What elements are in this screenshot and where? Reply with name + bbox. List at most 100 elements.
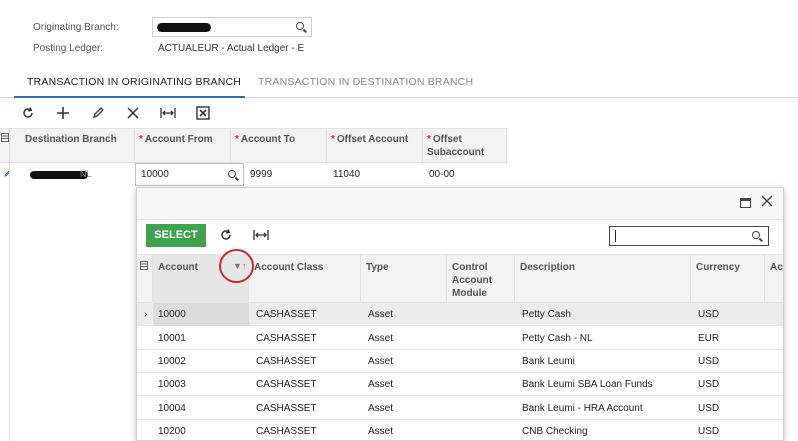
cell-offset-account[interactable]: 11040 <box>327 163 423 186</box>
export-excel-icon[interactable] <box>192 103 214 123</box>
col-account-to-label: Account To <box>240 134 296 145</box>
cell-description[interactable]: CNB Checking <box>517 420 691 441</box>
grid-header: Destination Branch * Account From * Accoun… <box>0 128 507 164</box>
cell-control-account-module[interactable] <box>447 350 515 373</box>
cell-currency[interactable]: USD <box>693 397 765 420</box>
table-row[interactable]: 10200 CASHASSET Asset CNB Checking USD <box>137 420 783 441</box>
table-row[interactable]: 10004 CASHASSET Asset Bank Leumi - HRA A… <box>137 397 783 420</box>
grid-toolbar <box>0 99 798 127</box>
row-selector-icon: › <box>144 309 148 320</box>
cell-currency[interactable]: EUR <box>693 327 765 350</box>
cell-currency[interactable]: USD <box>693 373 765 396</box>
table-row[interactable]: 10003 CASHASSET Asset Bank Leumi SBA Loa… <box>137 373 783 396</box>
select-button[interactable]: SELECT <box>146 224 206 247</box>
cell-account[interactable]: 10200 <box>153 420 249 441</box>
tab-bar: TRANSACTION IN ORIGINATING BRANCH TRANSA… <box>0 64 798 98</box>
fit-columns-icon[interactable] <box>157 103 179 123</box>
cell-account-to[interactable]: 9999 <box>244 163 324 186</box>
cell-type[interactable]: Asset <box>363 373 447 396</box>
posting-ledger-field[interactable]: ACTUALEUR - Actual Ledger - E <box>152 39 312 59</box>
cell-description[interactable]: Petty Cash <box>517 303 691 326</box>
column-chooser-icon[interactable] <box>0 129 10 164</box>
refresh-icon[interactable] <box>17 103 39 123</box>
table-row[interactable]: 10001 CASHASSET Asset Petty Cash - NL EU… <box>137 327 783 350</box>
col-offset-subaccount-label: Offset Subaccount <box>427 134 485 158</box>
account-lookup-panel: SELECT Account ▼↑ Account Class Type Con… <box>136 187 784 441</box>
required-marker: * <box>139 134 143 145</box>
cell-account-class[interactable]: CASHASSET <box>251 373 361 396</box>
maximize-icon[interactable] <box>740 198 751 208</box>
col-currency[interactable]: Currency <box>691 255 765 304</box>
cell-control-account-module[interactable] <box>447 327 515 350</box>
table-row[interactable]: 10002 CASHASSET Asset Bank Leumi USD <box>137 350 783 373</box>
cell-account-class[interactable]: CASHASSET <box>251 327 361 350</box>
cell-offset-subaccount[interactable]: 00-00 <box>423 163 507 186</box>
col-account-from[interactable]: * Account From <box>135 129 231 164</box>
add-icon[interactable] <box>52 103 74 123</box>
col-account-from-label: Account From <box>144 134 213 145</box>
delete-icon[interactable] <box>122 103 144 123</box>
cell-currency[interactable]: USD <box>693 350 765 373</box>
destination-branch-tail: NL <box>80 169 92 179</box>
search-icon[interactable] <box>752 231 760 239</box>
required-marker: * <box>331 134 335 145</box>
cell-description[interactable]: Bank Leumi - HRA Account <box>517 397 691 420</box>
cell-description[interactable]: Petty Cash - NL <box>517 327 691 350</box>
redacted-value <box>157 23 211 32</box>
originating-branch-label: Originating Branch: <box>33 22 119 33</box>
col-type[interactable]: Type <box>361 255 447 304</box>
cell-control-account-module[interactable] <box>447 420 515 441</box>
table-row[interactable]: › 10000 CASHASSET Asset Petty Cash USD <box>137 303 783 326</box>
cell-account-class[interactable]: CASHASSET <box>251 397 361 420</box>
grid-row-indicator-column <box>0 163 10 441</box>
col-offset-account[interactable]: * Offset Account <box>327 129 423 164</box>
required-marker: * <box>235 134 239 145</box>
cell-description[interactable]: Bank Leumi SBA Loan Funds <box>517 373 691 396</box>
cell-account[interactable]: 10004 <box>153 397 249 420</box>
cell-type[interactable]: Asset <box>363 397 447 420</box>
posting-ledger-label: Posting Ledger: <box>33 43 104 54</box>
col-destination-branch[interactable]: Destination Branch <box>10 129 135 164</box>
col-account-class[interactable]: Account Class <box>249 255 361 304</box>
lookup-search-input[interactable] <box>609 226 769 246</box>
cell-account[interactable]: 10001 <box>153 327 249 350</box>
cell-account-class[interactable]: CASHASSET <box>251 303 361 326</box>
col-offset-subaccount[interactable]: * Offset Subaccount <box>423 129 507 164</box>
close-icon[interactable] <box>761 195 773 210</box>
cell-control-account-module[interactable] <box>447 397 515 420</box>
cell-control-account-module[interactable] <box>447 373 515 396</box>
panel-title-bar <box>137 188 783 220</box>
cell-type[interactable]: Asset <box>363 420 447 441</box>
col-control-account-module[interactable]: Control Account Module <box>447 255 515 304</box>
cell-account-class[interactable]: CASHASSET <box>251 420 361 441</box>
cell-type[interactable]: Asset <box>363 303 447 326</box>
cell-description[interactable]: Bank Leumi <box>517 350 691 373</box>
account-from-value: 10000 <box>141 169 169 180</box>
col-ac[interactable]: Ac <box>765 255 783 304</box>
col-description[interactable]: Description <box>515 255 691 304</box>
search-icon[interactable] <box>228 170 236 178</box>
fit-columns-icon[interactable] <box>253 228 269 245</box>
edit-icon[interactable] <box>87 103 109 123</box>
cell-account[interactable]: 10000 <box>153 303 249 326</box>
active-tab-indicator <box>14 96 245 98</box>
column-chooser-icon[interactable] <box>137 255 153 304</box>
cell-currency[interactable]: USD <box>693 420 765 441</box>
cell-destination-branch[interactable]: NL <box>10 163 135 186</box>
table-row[interactable]: NL 10000 9999 11040 00-00 <box>0 163 507 186</box>
account-from-input[interactable]: 10000 <box>135 163 244 186</box>
cell-account[interactable]: 10002 <box>153 350 249 373</box>
cell-account-class[interactable]: CASHASSET <box>251 350 361 373</box>
cell-type[interactable]: Asset <box>363 327 447 350</box>
col-account-to[interactable]: * Account To <box>231 129 327 164</box>
text-cursor <box>615 230 616 242</box>
tab-originating-branch[interactable]: TRANSACTION IN ORIGINATING BRANCH <box>27 76 241 88</box>
cell-currency[interactable]: USD <box>693 303 765 326</box>
cell-control-account-module[interactable] <box>447 303 515 326</box>
originating-branch-field[interactable] <box>152 17 312 37</box>
tab-destination-branch[interactable]: TRANSACTION IN DESTINATION BRANCH <box>258 76 473 88</box>
cell-account[interactable]: 10003 <box>153 373 249 396</box>
search-icon[interactable] <box>296 22 304 30</box>
refresh-icon[interactable] <box>219 228 233 245</box>
cell-type[interactable]: Asset <box>363 350 447 373</box>
